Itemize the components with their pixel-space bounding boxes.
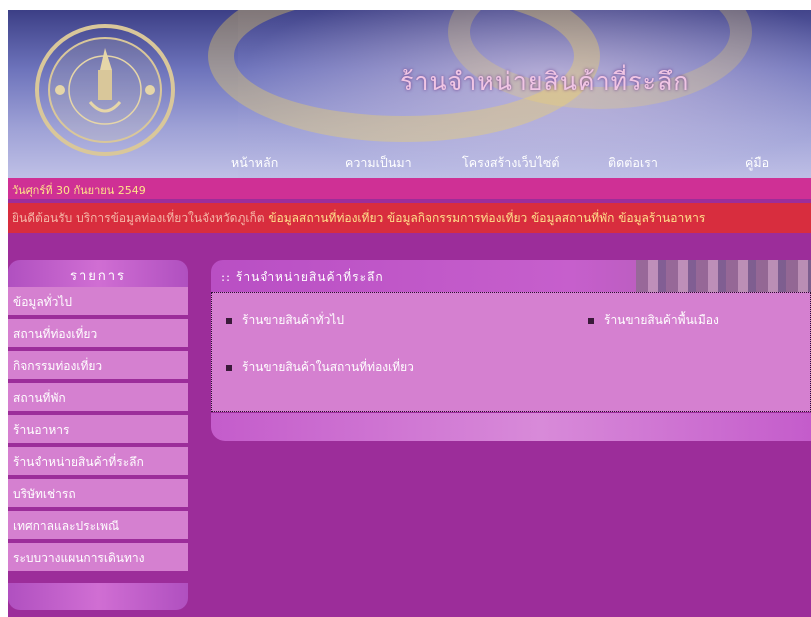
link-local-shops[interactable]: ร้านขายสินค้าพื้นเมือง [588,311,719,330]
main-content: :: ร้านจำหน่ายสินค้าที่ระลึก ร้านขายสินค… [211,260,811,445]
link-label: ร้านขายสินค้าทั่วไป [242,313,344,327]
news-ticker[interactable]: ยินดีต้อนรับ บริการข้อมูลท่องเที่ยวในจัง… [12,209,705,228]
sidebar-item-label: ข้อมูลทั่วไป [13,295,72,309]
ticker-links[interactable]: ข้อมูลสถานที่ท่องเที่ยว ข้อมูลกิจกรรมการ… [268,211,705,225]
sidebar-item-label: ร้านอาหาร [13,423,70,437]
page-frame: ร้านจำหน่ายสินค้าที่ระลึก หน้าหลัก ความเ… [8,10,811,617]
link-attraction-shops[interactable]: ร้านขายสินค้าในสถานที่ท่องเที่ยว [226,358,414,377]
content-footer [211,413,811,441]
sidebar-menu: รายการ ข้อมูลทั่วไป สถานที่ท่องเที่ยว กิ… [8,260,188,610]
sidebar-item-accommodation[interactable]: สถานที่พัก [8,383,188,413]
square-bullet-icon [226,364,232,371]
sidebar-item-label: สถานที่ท่องเที่ยว [13,327,98,341]
header-photo [636,260,811,292]
university-logo [30,20,180,160]
sidebar-item-attractions[interactable]: สถานที่ท่องเที่ยว [8,319,188,349]
sidebar-item-souvenirs[interactable]: ร้านจำหน่ายสินค้าที่ระลึก [8,447,188,477]
current-date: วันศุกร์ที่ 30 กันยายน 2549 [12,184,146,197]
sidebar-item-label: สถานที่พัก [13,391,66,405]
sidebar-footer [8,583,188,610]
nav-manual[interactable]: คู่มือ [745,153,769,173]
header-banner: ร้านจำหน่ายสินค้าที่ระลึก หน้าหลัก ความเ… [8,10,811,178]
square-bullet-icon [226,317,232,324]
link-label: ร้านขายสินค้าพื้นเมือง [604,313,719,327]
nav-sitemap[interactable]: โครงสร้างเว็บไซต์ [462,153,559,173]
ticker-bar: ยินดีต้อนรับ บริการข้อมูลท่องเที่ยวในจัง… [8,203,811,233]
square-bullet-icon [588,317,594,324]
sidebar-header: รายการ [8,260,188,287]
sidebar-item-activities[interactable]: กิจกรรมท่องเที่ยว [8,351,188,381]
sidebar-item-trip-planner[interactable]: ระบบวางแผนการเดินทาง [8,543,188,573]
link-general-shops[interactable]: ร้านขายสินค้าทั่วไป [226,311,344,330]
sidebar-item-label: ร้านจำหน่ายสินค้าที่ระลึก [13,455,144,469]
nav-home[interactable]: หน้าหลัก [231,153,278,173]
content-title: :: ร้านจำหน่ายสินค้าที่ระลึก [221,270,384,284]
nav-history[interactable]: ความเป็นมา [345,153,412,173]
top-navigation: หน้าหลัก ความเป็นมา โครงสร้างเว็บไซต์ ติ… [8,153,811,175]
sidebar-item-car-rental[interactable]: บริษัทเช่ารถ [8,479,188,509]
date-bar: วันศุกร์ที่ 30 กันยายน 2549 [8,178,811,199]
sidebar-item-general[interactable]: ข้อมูลทั่วไป [8,287,188,317]
ticker-welcome: ยินดีต้อนรับ บริการข้อมูลท่องเที่ยวในจัง… [12,211,265,225]
sidebar-item-festivals[interactable]: เทศกาลและประเพณี [8,511,188,541]
sidebar-title: รายการ [69,269,127,284]
site-title: ร้านจำหน่ายสินค้าที่ระลึก [400,67,690,96]
sidebar-item-label: กิจกรรมท่องเที่ยว [13,359,103,373]
sidebar-item-label: บริษัทเช่ารถ [13,487,76,501]
sidebar-item-restaurants[interactable]: ร้านอาหาร [8,415,188,445]
nav-contact[interactable]: ติดต่อเรา [608,153,658,173]
sidebar-item-label: เทศกาลและประเพณี [13,519,120,533]
sidebar-item-label: ระบบวางแผนการเดินทาง [13,551,145,565]
content-panel: ร้านขายสินค้าทั่วไป ร้านขายสินค้าพื้นเมื… [211,292,811,412]
link-label: ร้านขายสินค้าในสถานที่ท่องเที่ยว [242,360,414,374]
content-header: :: ร้านจำหน่ายสินค้าที่ระลึก [211,260,811,292]
